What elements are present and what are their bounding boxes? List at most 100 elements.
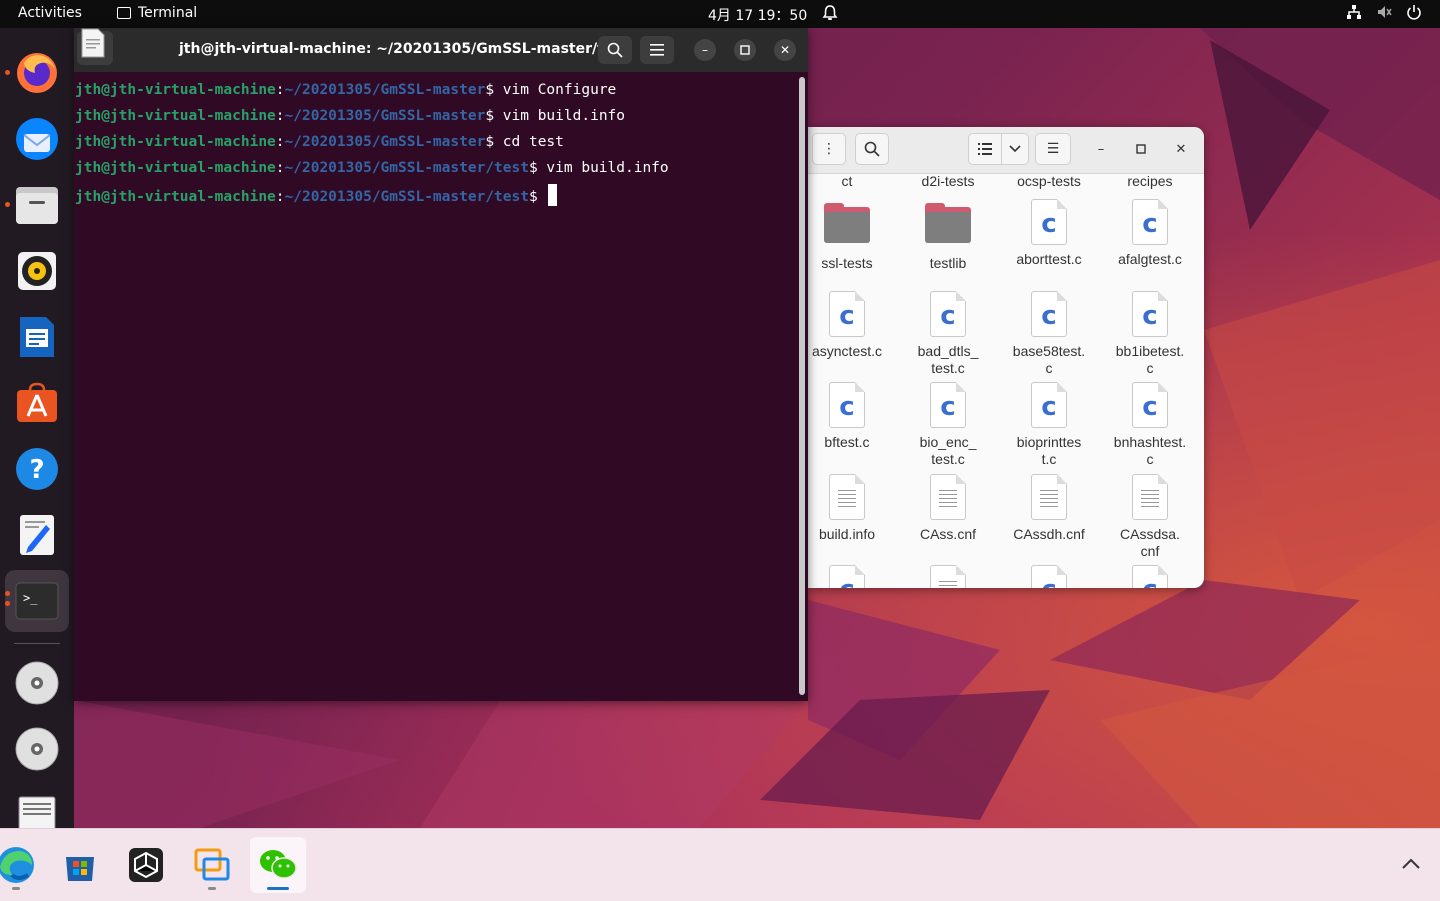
rhythmbox-icon[interactable] (12, 246, 62, 296)
file-name: bnhashtest. c (1113, 434, 1187, 467)
minimize-button[interactable]: – (1091, 139, 1111, 159)
command-text: $ vim build.info (528, 160, 669, 176)
maximize-button[interactable] (1131, 139, 1151, 159)
command-text: $ vim build.info (485, 108, 626, 124)
folder-item[interactable]: ssl-tests (808, 199, 897, 272)
text-file-icon (924, 473, 972, 522)
file-item[interactable]: c asynctest.c (808, 290, 897, 360)
network-icon[interactable] (1346, 4, 1362, 24)
terminal-line: jth@jth-virtual-machine:~/20201305/GmSSL… (75, 132, 564, 152)
file-item[interactable]: c bnhashtest. c (1100, 382, 1200, 468)
command-text: $ vim Configure (485, 82, 617, 98)
close-button[interactable]: ✕ (1171, 139, 1191, 159)
unity-icon[interactable] (118, 837, 174, 893)
bell-icon[interactable] (822, 4, 838, 26)
dock: ? >_ (0, 28, 74, 831)
c-source-file-icon: c (1126, 290, 1174, 339)
c-source-file-icon: c (1025, 382, 1073, 430)
terminal-output[interactable]: jth@jth-virtual-machine:~/20201305/GmSSL… (74, 78, 796, 698)
prompt-path: ~/20201305/GmSSL-master/test (284, 189, 529, 205)
folder-item[interactable]: testlib (898, 199, 998, 272)
chevron-down-icon (1009, 145, 1021, 153)
folder-icon (924, 203, 972, 251)
file-item[interactable]: ct (808, 173, 897, 190)
file-item[interactable]: ocsp-tests (999, 173, 1099, 190)
help-icon[interactable]: ? (12, 444, 62, 494)
running-indicator (5, 601, 10, 606)
chevron-up-icon[interactable] (1402, 855, 1420, 874)
power-icon[interactable] (1406, 4, 1422, 24)
file-item[interactable]: c bioprinttes t.c (999, 382, 1099, 468)
main-menu-button[interactable]: ☰ (1035, 133, 1071, 165)
file-name: CAssdsa. cnf (1120, 525, 1180, 559)
file-item[interactable]: build.info (808, 473, 897, 543)
thunderbird-icon[interactable] (12, 114, 62, 164)
clock[interactable]: 4月 17 19：50 (708, 5, 807, 25)
close-button[interactable]: ✕ (774, 39, 796, 61)
files-window[interactable]: ⋮ ☰ – ✕ ct d2i-tests ocsp-tests recipes ssl-… (808, 127, 1204, 588)
wechat-icon[interactable] (250, 837, 306, 893)
svg-text:?: ? (29, 455, 44, 485)
prompt-user: jth@jth-virtual-machine (75, 108, 276, 124)
volume-muted-icon[interactable] (1376, 4, 1392, 24)
list-view-button[interactable] (968, 133, 1002, 165)
terminal-line: jth@jth-virtual-machine:~/20201305/GmSSL… (75, 106, 625, 126)
taskbar-indicator (267, 887, 289, 890)
terminal-window[interactable]: jth@jth-virtual-machine: ~/20201305/GmSS… (74, 28, 808, 701)
terminal-line: jth@jth-virtual-machine:~/20201305/GmSSL… (75, 158, 669, 178)
file-item[interactable]: c (808, 565, 897, 588)
file-item[interactable]: c bad_dtls_ test.c (898, 290, 998, 377)
file-item[interactable]: d2i-tests (898, 173, 998, 190)
file-item[interactable] (898, 565, 998, 588)
terminal-scrollbar[interactable] (799, 77, 805, 695)
file-item[interactable]: CAssdsa. cnf (1100, 473, 1200, 560)
maximize-button[interactable] (734, 39, 756, 61)
system-tray[interactable] (1346, 4, 1422, 24)
file-item[interactable]: CAssdh.cnf (999, 473, 1099, 543)
minimize-button[interactable]: – (694, 39, 716, 61)
edge-icon[interactable] (0, 837, 44, 893)
file-item[interactable]: c (1100, 565, 1200, 588)
menu-button[interactable] (640, 36, 674, 64)
more-options-button[interactable]: ⋮ (812, 133, 846, 165)
terminal-icon[interactable]: >_ (12, 576, 62, 626)
text-file-icon (924, 565, 972, 588)
file-name: testlib (929, 255, 967, 271)
c-source-file-icon: c (1025, 565, 1073, 588)
text-editor-icon[interactable] (12, 510, 62, 560)
file-item[interactable]: CAss.cnf (898, 473, 998, 543)
activities-button[interactable]: Activities (18, 5, 82, 21)
c-source-file-icon: c (924, 382, 972, 430)
file-name: d2i-tests (921, 173, 975, 189)
writer-icon[interactable] (12, 312, 62, 362)
remote-icon[interactable] (184, 837, 240, 893)
file-item[interactable]: c bftest.c (808, 382, 897, 451)
svg-text:>_: >_ (23, 591, 38, 605)
file-name: bad_dtls_ test.c (917, 342, 979, 376)
store-icon[interactable] (52, 837, 108, 893)
disc-icon[interactable] (12, 724, 62, 774)
c-source-file-icon: c (823, 382, 871, 430)
app-center-icon[interactable] (12, 378, 62, 428)
search-button[interactable] (598, 36, 632, 64)
hamburger-icon (650, 44, 664, 56)
new-tab-button[interactable] (77, 28, 113, 65)
file-name: bb1ibetest. c (1115, 342, 1185, 376)
firefox-icon[interactable] (12, 48, 62, 98)
command-text: $ cd test (485, 134, 564, 150)
file-item[interactable]: recipes (1100, 173, 1200, 190)
view-options-dropdown[interactable] (1001, 133, 1029, 165)
search-button[interactable] (855, 133, 889, 165)
file-item[interactable]: c base58test. c (999, 290, 1099, 377)
file-item[interactable]: c (999, 565, 1099, 588)
file-item[interactable]: c bio_enc_ test.c (898, 382, 998, 468)
text-file-icon (1025, 473, 1073, 522)
maximize-icon (1136, 144, 1146, 154)
file-item[interactable]: c bb1ibetest. c (1100, 290, 1200, 377)
app-menu[interactable]: Terminal (117, 5, 197, 21)
running-indicator (5, 202, 10, 207)
file-item[interactable]: c afalgtest.c (1100, 199, 1200, 268)
file-item[interactable]: c aborttest.c (999, 199, 1099, 268)
disc-icon[interactable] (12, 658, 62, 708)
files-icon[interactable] (12, 180, 62, 230)
